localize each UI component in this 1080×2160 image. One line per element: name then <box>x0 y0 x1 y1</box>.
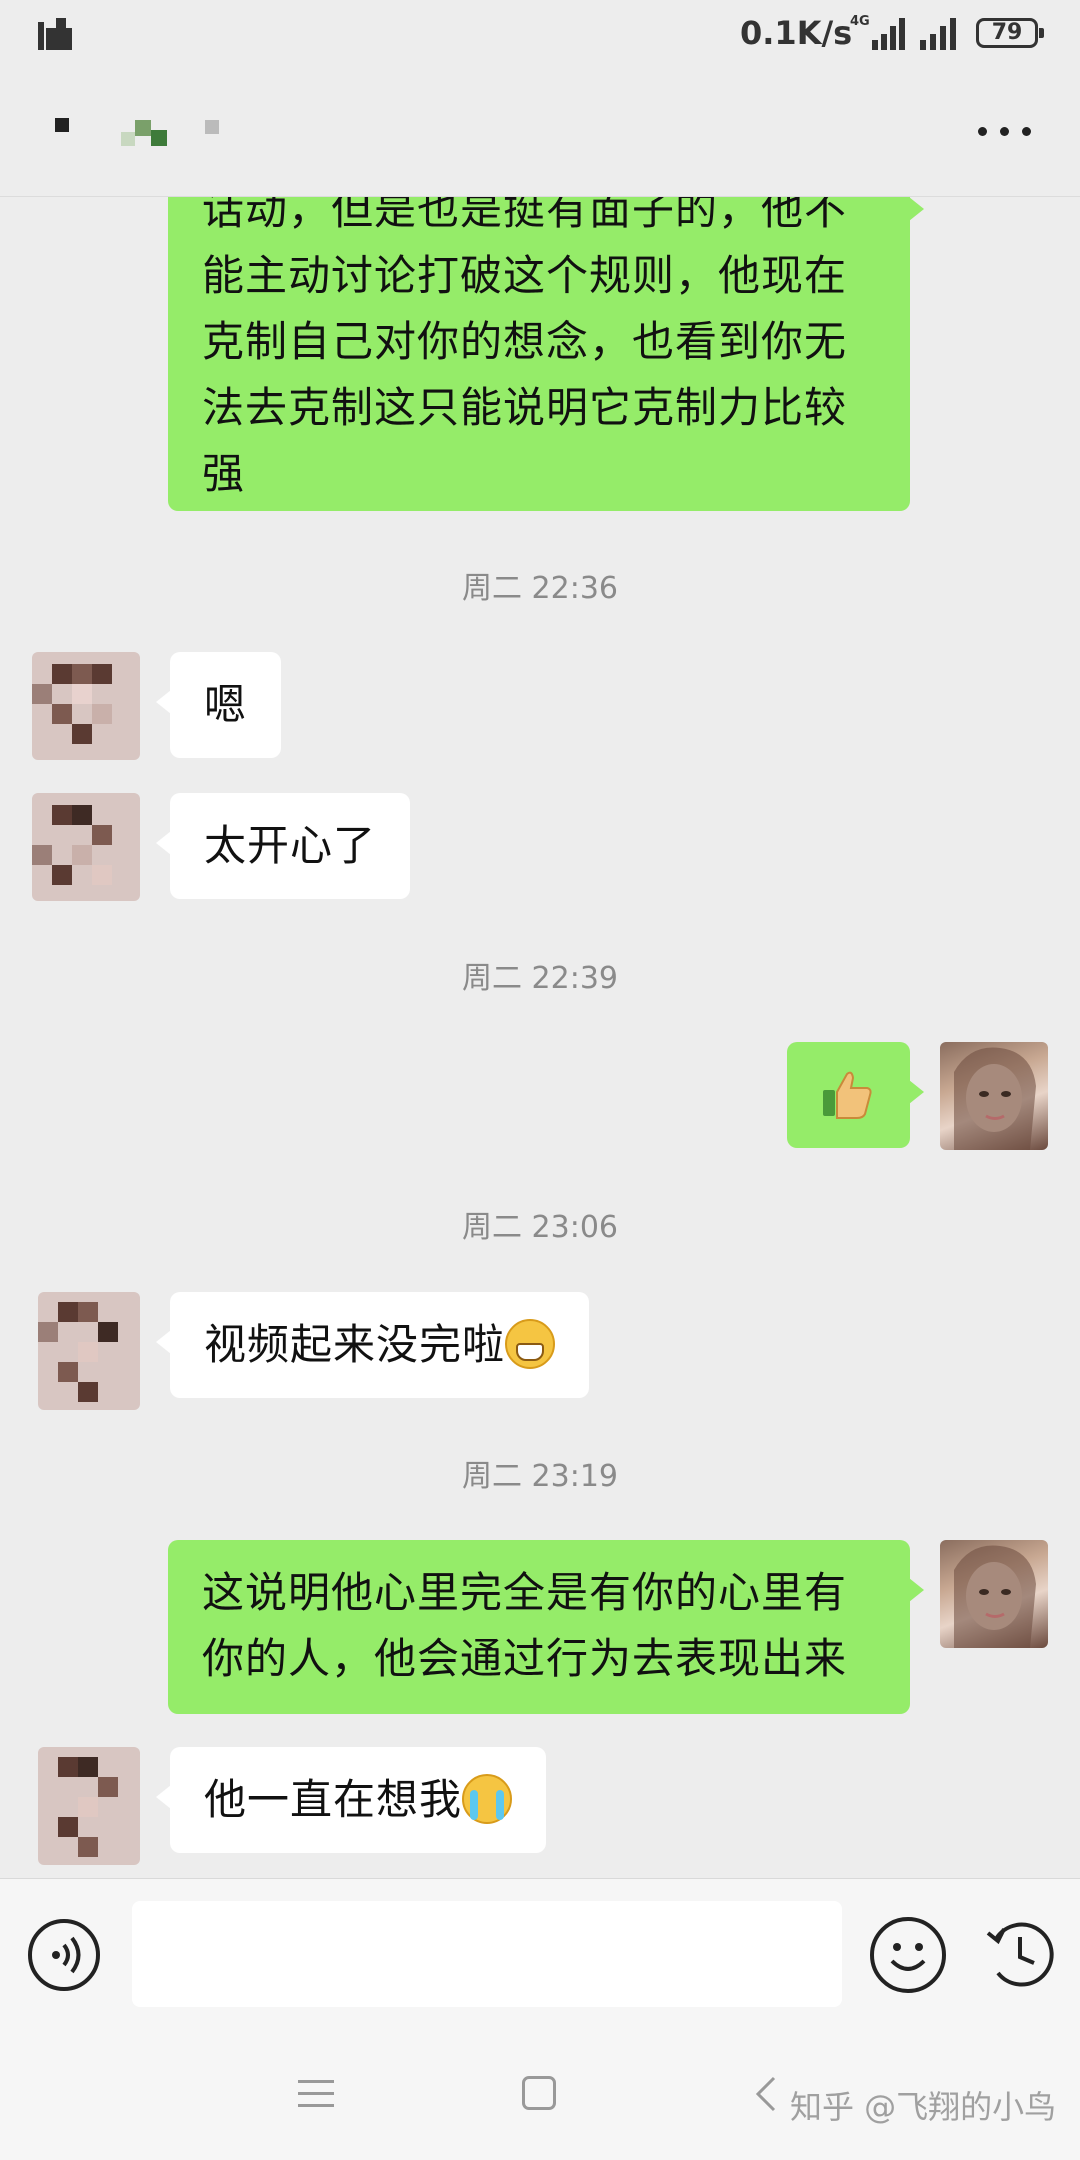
grin-emoji-icon <box>505 1319 556 1369</box>
contact-avatar[interactable] <box>38 1292 140 1410</box>
notification-icon <box>38 18 72 50</box>
message-line: 你的人，他会通过行为去表现出来 <box>202 1634 848 1683</box>
my-avatar-image <box>954 1047 1036 1150</box>
cry-emoji-icon <box>462 1774 513 1824</box>
message-text: 太开心了 <box>204 821 377 870</box>
message-bubble-incoming[interactable]: 嗯 <box>155 652 282 758</box>
back-icon[interactable] <box>750 2074 780 2114</box>
contact-avatar[interactable] <box>32 652 140 760</box>
voice-icon <box>52 1936 81 1974</box>
message-line: 这说明他心里完全是有你的心里有 <box>202 1568 848 1617</box>
cell-signal-4g-icon: 4G <box>850 14 905 50</box>
message-line: 话动，但是也是挺有面子的，他不 <box>202 197 848 234</box>
chat-message-list[interactable]: 话动，但是也是挺有面子的，他不 能主动讨论打破这个规则，他现在 克制自己对你的想… <box>0 197 1080 1877</box>
message-line: 能主动讨论打破这个规则，他现在 <box>202 251 848 300</box>
network-speed: 0.1K/s <box>740 14 853 52</box>
contact-name-blurred <box>55 118 219 146</box>
voice-input-button[interactable] <box>28 1919 100 1991</box>
message-bubble-outgoing[interactable]: 话动，但是也是挺有面子的，他不 能主动讨论打破这个规则，他现在 克制自己对你的想… <box>168 197 924 511</box>
message-bubble-outgoing[interactable] <box>787 1042 924 1148</box>
my-avatar[interactable] <box>940 1042 1048 1150</box>
contact-avatar[interactable] <box>32 793 140 901</box>
menu-icon[interactable] <box>298 2078 334 2110</box>
system-nav-bar: 知乎 @飞翔的小鸟 <box>0 2030 1080 2160</box>
message-text: 嗯 <box>204 680 248 729</box>
more-options-button[interactable] <box>970 112 1040 152</box>
battery-level: 79 <box>991 20 1023 45</box>
network-type-text: 4G <box>850 14 870 29</box>
watermark: 知乎 @飞翔的小鸟 <box>790 2088 1057 2126</box>
message-line: 克制自己对你的想念，也看到你无 <box>202 317 848 366</box>
my-avatar[interactable] <box>940 1540 1048 1648</box>
message-text-input[interactable] <box>132 1901 842 2007</box>
message-bubble-incoming[interactable]: 他一直在想我 <box>155 1747 547 1853</box>
message-line: 法去克制这只能说明它克制力比较 <box>202 383 848 432</box>
cell-signal-icon <box>920 18 956 50</box>
my-avatar-image <box>954 1545 1036 1648</box>
message-bubble-outgoing[interactable]: 这说明他心里完全是有你的心里有 你的人，他会通过行为去表现出来 <box>168 1540 924 1714</box>
status-bar: 0.1K/s 4G 79 <box>0 0 1080 72</box>
thumbs-up-emoji-icon <box>823 1071 872 1119</box>
emoji-button[interactable] <box>870 1917 946 1993</box>
timestamp: 周二 23:19 <box>462 1459 618 1494</box>
emoji-icon <box>890 1943 926 1971</box>
message-input-bar <box>0 1878 1080 2031</box>
timestamp: 周二 23:06 <box>462 1210 618 1245</box>
timestamp: 周二 22:36 <box>462 571 618 606</box>
battery-icon: 79 <box>976 18 1044 48</box>
history-icon[interactable] <box>982 1917 1058 1993</box>
message-text: 他一直在想我 <box>204 1775 463 1824</box>
contact-avatar[interactable] <box>38 1747 140 1865</box>
chat-header <box>0 72 1080 197</box>
message-bubble-incoming[interactable]: 视频起来没完啦 <box>155 1292 590 1398</box>
timestamp: 周二 22:39 <box>462 961 618 996</box>
message-text: 视频起来没完啦 <box>204 1320 506 1369</box>
home-icon[interactable] <box>522 2076 556 2110</box>
message-line: 强 <box>202 449 246 498</box>
message-bubble-incoming[interactable]: 太开心了 <box>155 793 411 899</box>
